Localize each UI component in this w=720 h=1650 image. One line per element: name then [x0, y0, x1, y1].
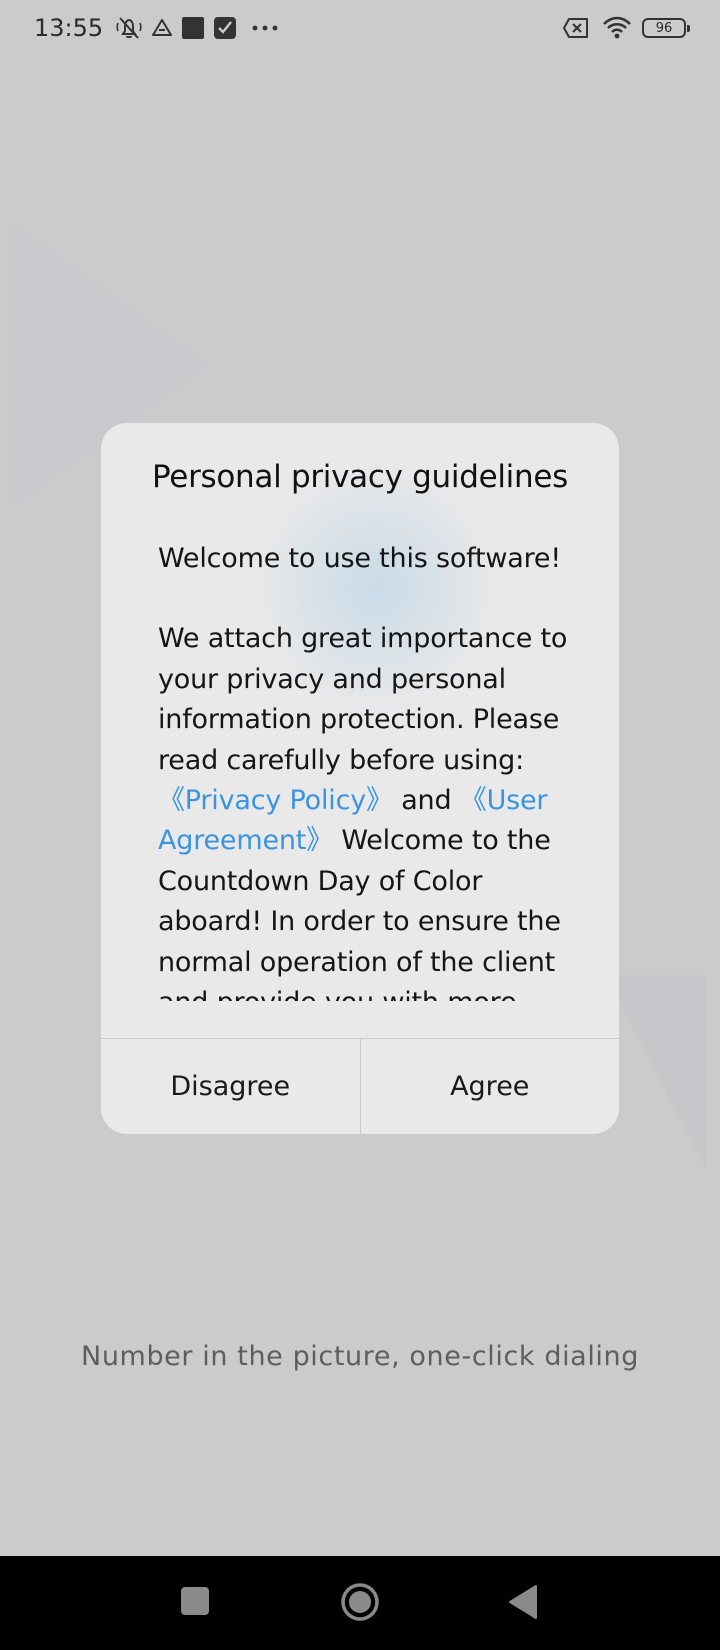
navigation-bar — [0, 1556, 720, 1650]
recents-icon[interactable] — [180, 1586, 210, 1616]
privacy-paragraph: We attach great importance to your priva… — [158, 619, 578, 1001]
drive-icon — [151, 18, 173, 38]
privacy-dialog: Personal privacy guidelines Welcome to u… — [101, 423, 619, 1134]
square-app-icon — [181, 16, 205, 40]
wifi-icon — [602, 16, 632, 40]
more-dots-icon — [251, 24, 279, 32]
battery-indicator: 96 — [642, 18, 690, 38]
and-text: and — [392, 785, 460, 817]
app-tagline: Number in the picture, one-click dialing — [81, 1341, 639, 1372]
status-time: 13:55 — [34, 14, 104, 42]
home-icon[interactable] — [340, 1582, 380, 1622]
dialog-actions: Disagree Agree — [101, 1039, 619, 1134]
status-bar: 13:55 96 — [0, 0, 720, 56]
background-decoration-right — [606, 975, 706, 1170]
dialog-body[interactable]: Welcome to use this software! We attach … — [158, 539, 578, 1001]
body-intro-text: We attach great importance to your priva… — [158, 623, 568, 776]
back-icon[interactable] — [508, 1584, 538, 1620]
disagree-button[interactable]: Disagree — [101, 1039, 360, 1134]
welcome-text: Welcome to use this software! — [158, 543, 561, 574]
dialog-title: Personal privacy guidelines — [152, 459, 568, 495]
no-sim-icon — [562, 17, 590, 39]
status-bar-left: 13:55 — [34, 14, 279, 42]
bell-off-icon — [115, 15, 143, 41]
check-app-icon — [213, 16, 237, 40]
agree-button[interactable]: Agree — [361, 1039, 620, 1134]
status-bar-right: 96 — [554, 16, 690, 40]
privacy-policy-link[interactable]: 《Privacy Policy》 — [158, 785, 393, 816]
